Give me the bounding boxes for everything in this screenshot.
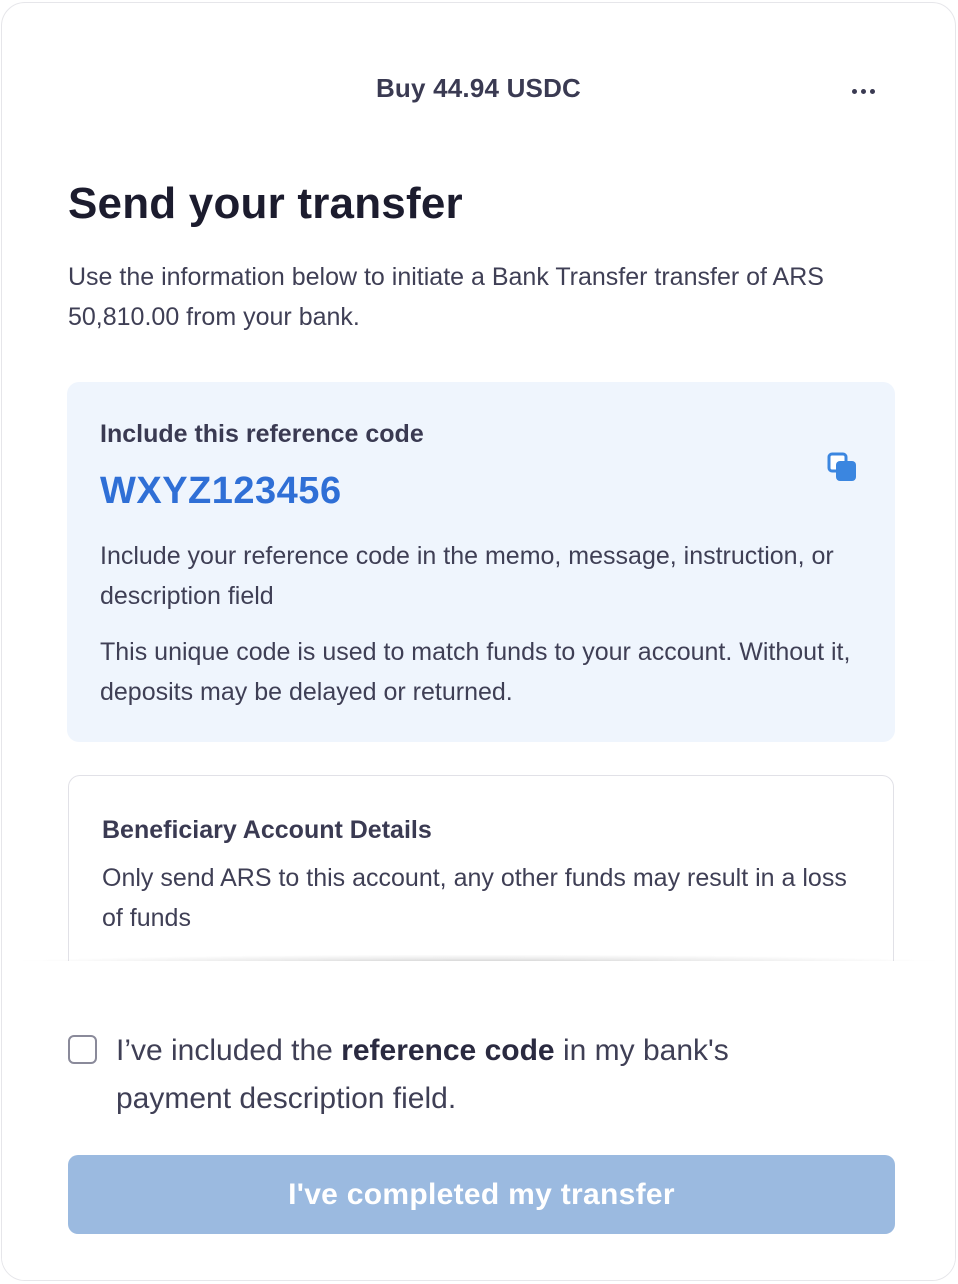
more-options-button[interactable] [844, 75, 882, 107]
reference-code-confirm-checkbox[interactable] [68, 1035, 97, 1064]
beneficiary-warning-text: Only send ARS to this account, any other… [102, 864, 847, 932]
page-header-title: Buy 44.94 USDC [375, 73, 582, 103]
complete-transfer-button[interactable]: I've completed my transfer [68, 1155, 895, 1234]
reference-code-panel: Include this reference code WXYZ123456 I… [67, 382, 895, 742]
confirm-label-bold: reference code [341, 1034, 555, 1067]
copy-reference-code-button[interactable] [827, 452, 861, 486]
copy-icon [827, 452, 856, 481]
more-dot [869, 88, 875, 94]
reference-code-heading: Include this reference code [100, 420, 424, 448]
transfer-card: Buy 44.94 USDC Send your transfer Use th… [1, 2, 956, 1281]
reference-code-value: WXYZ123456 [100, 470, 342, 512]
confirm-label-prefix: I’ve included the [116, 1034, 342, 1067]
intro-text: Use the information below to initiate a … [68, 263, 824, 331]
more-dot [860, 88, 866, 94]
reference-code-confirm-label[interactable]: I’ve included the reference code in my b… [116, 1027, 816, 1123]
more-horizontal-icon [851, 88, 857, 94]
reference-note-text: This unique code is used to match funds … [100, 638, 851, 706]
beneficiary-heading: Beneficiary Account Details [102, 816, 432, 844]
reference-instruction-text: Include your reference code in the memo,… [100, 542, 834, 610]
page-title: Send your transfer [68, 179, 463, 228]
